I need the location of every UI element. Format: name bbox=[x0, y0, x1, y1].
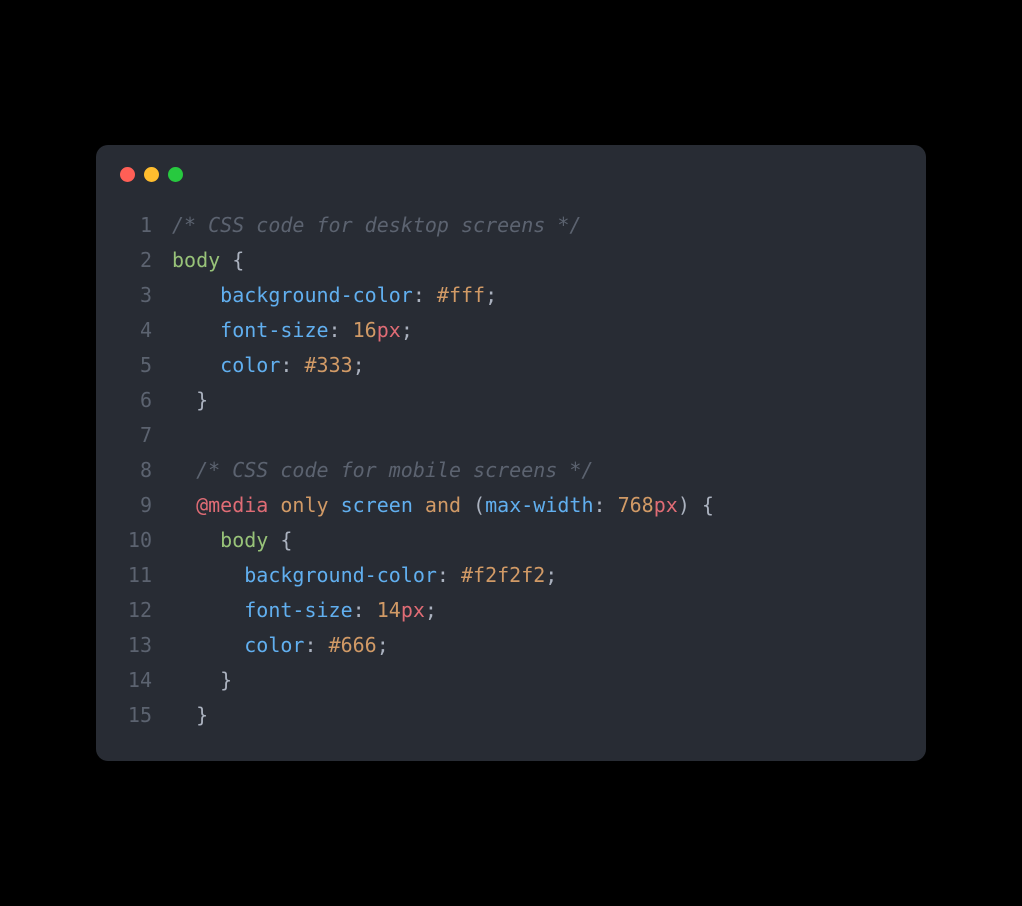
code-line: 3 background-color: #fff; bbox=[120, 278, 902, 313]
token-punct: ; bbox=[545, 563, 557, 587]
token-punct: ; bbox=[353, 353, 365, 377]
token-punct: : bbox=[304, 633, 316, 657]
token-value: #333 bbox=[304, 353, 352, 377]
code-line: 14 } bbox=[120, 663, 902, 698]
code-line: 10 body { bbox=[120, 523, 902, 558]
line-number: 1 bbox=[120, 208, 152, 243]
line-content: font-size: 14px; bbox=[172, 593, 437, 628]
line-number: 4 bbox=[120, 313, 152, 348]
line-content: color: #666; bbox=[172, 628, 389, 663]
line-content: @media only screen and (max-width: 768px… bbox=[172, 488, 714, 523]
minimize-icon[interactable] bbox=[144, 167, 159, 182]
token-brace: } bbox=[196, 388, 208, 412]
code-line: 9 @media only screen and (max-width: 768… bbox=[120, 488, 902, 523]
token-brace: { bbox=[280, 528, 292, 552]
code-line: 12 font-size: 14px; bbox=[120, 593, 902, 628]
token-property: font-size bbox=[220, 318, 328, 342]
line-number: 15 bbox=[120, 698, 152, 733]
token-value: #666 bbox=[329, 633, 377, 657]
token-mediafeat: max-width bbox=[485, 493, 593, 517]
token-mediakw: only bbox=[280, 493, 328, 517]
line-number: 9 bbox=[120, 488, 152, 523]
token-brace: { bbox=[702, 493, 714, 517]
token-unit: px bbox=[401, 598, 425, 622]
code-line: 2 body { bbox=[120, 243, 902, 278]
token-property: font-size bbox=[244, 598, 352, 622]
token-punct: : bbox=[413, 283, 425, 307]
line-number: 13 bbox=[120, 628, 152, 663]
code-line: 7 bbox=[120, 418, 902, 453]
token-punct: ; bbox=[401, 318, 413, 342]
token-comment: /* CSS code for mobile screens */ bbox=[196, 458, 593, 482]
line-content: /* CSS code for desktop screens */ bbox=[172, 208, 581, 243]
token-selector: body bbox=[172, 248, 220, 272]
token-punct: : bbox=[594, 493, 606, 517]
token-property: background-color bbox=[244, 563, 437, 587]
token-brace: } bbox=[196, 703, 208, 727]
token-property: color bbox=[244, 633, 304, 657]
line-number: 12 bbox=[120, 593, 152, 628]
code-line: 11 background-color: #f2f2f2; bbox=[120, 558, 902, 593]
line-content: } bbox=[172, 663, 232, 698]
token-punct: ; bbox=[485, 283, 497, 307]
code-line: 1 /* CSS code for desktop screens */ bbox=[120, 208, 902, 243]
line-number: 8 bbox=[120, 453, 152, 488]
line-number: 14 bbox=[120, 663, 152, 698]
line-number: 10 bbox=[120, 523, 152, 558]
line-content: font-size: 16px; bbox=[172, 313, 413, 348]
line-number: 5 bbox=[120, 348, 152, 383]
line-number: 7 bbox=[120, 418, 152, 453]
token-paren: ) bbox=[678, 493, 690, 517]
line-number: 3 bbox=[120, 278, 152, 313]
line-content: body { bbox=[172, 243, 244, 278]
code-editor-window: 1 /* CSS code for desktop screens */ 2 body… bbox=[96, 145, 926, 761]
token-paren: ( bbox=[473, 493, 485, 517]
token-mediafeat: screen bbox=[341, 493, 413, 517]
line-content: background-color: #fff; bbox=[172, 278, 497, 313]
line-content: } bbox=[172, 383, 208, 418]
token-brace: } bbox=[220, 668, 232, 692]
token-selector: body bbox=[220, 528, 268, 552]
line-content: body { bbox=[172, 523, 292, 558]
token-unit: px bbox=[377, 318, 401, 342]
code-line: 8 /* CSS code for mobile screens */ bbox=[120, 453, 902, 488]
maximize-icon[interactable] bbox=[168, 167, 183, 182]
token-punct: : bbox=[280, 353, 292, 377]
code-line: 6 } bbox=[120, 383, 902, 418]
token-atrule: @media bbox=[196, 493, 268, 517]
line-content: color: #333; bbox=[172, 348, 365, 383]
token-brace: { bbox=[232, 248, 244, 272]
code-line: 5 color: #333; bbox=[120, 348, 902, 383]
token-mediakw: and bbox=[425, 493, 461, 517]
code-line: 15 } bbox=[120, 698, 902, 733]
line-content bbox=[172, 418, 184, 453]
code-content[interactable]: 1 /* CSS code for desktop screens */ 2 body… bbox=[96, 190, 926, 761]
code-line: 4 font-size: 16px; bbox=[120, 313, 902, 348]
line-content: } bbox=[172, 698, 208, 733]
line-content: /* CSS code for mobile screens */ bbox=[172, 453, 593, 488]
token-number: 16 bbox=[353, 318, 377, 342]
line-number: 6 bbox=[120, 383, 152, 418]
token-punct: : bbox=[437, 563, 449, 587]
token-comment: /* CSS code for desktop screens */ bbox=[172, 213, 581, 237]
close-icon[interactable] bbox=[120, 167, 135, 182]
token-punct: : bbox=[329, 318, 341, 342]
token-property: background-color bbox=[220, 283, 413, 307]
token-property: color bbox=[220, 353, 280, 377]
line-number: 2 bbox=[120, 243, 152, 278]
token-number: 14 bbox=[377, 598, 401, 622]
token-value: #fff bbox=[437, 283, 485, 307]
token-punct: : bbox=[353, 598, 365, 622]
token-number: 768 bbox=[618, 493, 654, 517]
token-punct: ; bbox=[425, 598, 437, 622]
code-line: 13 color: #666; bbox=[120, 628, 902, 663]
token-punct: ; bbox=[377, 633, 389, 657]
window-titlebar bbox=[96, 145, 926, 190]
line-number: 11 bbox=[120, 558, 152, 593]
line-content: background-color: #f2f2f2; bbox=[172, 558, 557, 593]
token-unit: px bbox=[654, 493, 678, 517]
token-value: #f2f2f2 bbox=[461, 563, 545, 587]
